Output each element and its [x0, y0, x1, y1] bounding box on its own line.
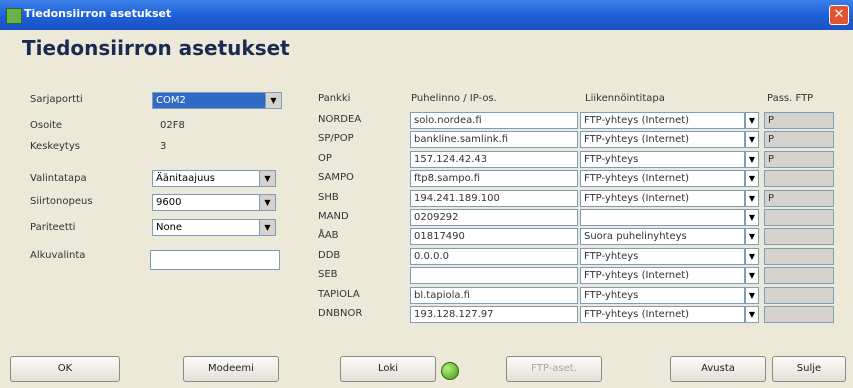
chevron-down-icon[interactable]: ▼	[745, 209, 759, 226]
settings-window: Tiedonsiirron asetukset ✕ Tiedonsiirron …	[0, 0, 853, 388]
phone-header: Puhelinno / IP-os.	[411, 93, 497, 104]
phone-field[interactable]	[410, 267, 578, 284]
bank-name: SP/POP	[318, 133, 354, 144]
chevron-down-icon[interactable]: ▼	[259, 220, 275, 235]
bank-name: MAND	[318, 211, 349, 222]
pass-ftp-field[interactable]	[764, 170, 834, 187]
method-select[interactable]: FTP-yhteys (Internet)	[580, 112, 745, 129]
status-led-icon	[441, 362, 459, 380]
bank-name: ÅAB	[318, 230, 339, 241]
interrupt-value: 3	[160, 141, 167, 152]
method-select[interactable]: Suora puhelinyhteys	[580, 228, 745, 245]
chevron-down-icon[interactable]: ▼	[745, 170, 759, 187]
method-select[interactable]: FTP-yhteys (Internet)	[580, 170, 745, 187]
method-select[interactable]: FTP-yhteys	[580, 287, 745, 304]
phone-field[interactable]: solo.nordea.fi	[410, 112, 578, 129]
window-title: Tiedonsiirron asetukset	[24, 7, 172, 20]
method-select[interactable]	[580, 209, 745, 226]
init-input[interactable]	[150, 250, 280, 270]
chevron-down-icon[interactable]: ▼	[745, 151, 759, 168]
dial-select[interactable]: Äänitaajuus ▼	[152, 170, 276, 187]
help-button[interactable]: Avusta	[670, 356, 766, 382]
method-select[interactable]: FTP-yhteys (Internet)	[580, 131, 745, 148]
dial-label: Valintatapa	[30, 173, 87, 184]
pass-ftp-field[interactable]	[764, 267, 834, 284]
chevron-down-icon[interactable]: ▼	[745, 267, 759, 284]
method-select[interactable]: FTP-yhteys (Internet)	[580, 267, 745, 284]
speed-select[interactable]: 9600 ▼	[152, 194, 276, 211]
method-select[interactable]: FTP-yhteys (Internet)	[580, 306, 745, 323]
ok-button[interactable]: OK	[10, 356, 120, 382]
chevron-down-icon[interactable]: ▼	[259, 171, 275, 186]
phone-field[interactable]: 157.124.42.43	[410, 151, 578, 168]
bank-name: OP	[318, 153, 332, 164]
parity-label: Pariteetti	[30, 222, 76, 233]
chevron-down-icon[interactable]: ▼	[745, 287, 759, 304]
port-label: Sarjaportti	[30, 94, 83, 105]
chevron-down-icon[interactable]: ▼	[745, 228, 759, 245]
bank-name: SHB	[318, 192, 339, 203]
speed-value: 9600	[156, 197, 182, 208]
port-select[interactable]: COM2 ▼	[152, 92, 282, 109]
bank-name: DNBNOR	[318, 308, 363, 319]
pass-ftp-field[interactable]	[764, 248, 834, 265]
chevron-down-icon[interactable]: ▼	[745, 112, 759, 129]
port-value: COM2	[156, 95, 186, 106]
chevron-down-icon[interactable]: ▼	[745, 131, 759, 148]
pass-ftp-field[interactable]	[764, 209, 834, 226]
page-title: Tiedonsiirron asetukset	[22, 36, 290, 60]
phone-field[interactable]: 194.241.189.100	[410, 190, 578, 207]
bank-name: DDB	[318, 250, 341, 261]
bank-name: TAPIOLA	[318, 289, 360, 300]
pass-ftp-field[interactable]: P	[764, 151, 834, 168]
bank-name: SAMPO	[318, 172, 354, 183]
pass-ftp-field[interactable]	[764, 228, 834, 245]
phone-field[interactable]: 193.128.127.97	[410, 306, 578, 323]
address-value: 02F8	[160, 120, 185, 131]
pass-ftp-header: Pass. FTP	[767, 93, 814, 104]
close-button[interactable]: Sulje	[772, 356, 846, 382]
method-header: Liikennöintitapa	[585, 93, 665, 104]
method-select[interactable]: FTP-yhteys	[580, 248, 745, 265]
chevron-down-icon[interactable]: ▼	[745, 306, 759, 323]
parity-select[interactable]: None ▼	[152, 219, 276, 236]
interrupt-label: Keskeytys	[30, 141, 80, 152]
dial-value: Äänitaajuus	[156, 173, 215, 184]
pass-ftp-field[interactable]: P	[764, 112, 834, 129]
pass-ftp-field[interactable]	[764, 287, 834, 304]
log-button[interactable]: Loki	[340, 356, 436, 382]
method-select[interactable]: FTP-yhteys	[580, 151, 745, 168]
phone-field[interactable]: 0209292	[410, 209, 578, 226]
chevron-down-icon[interactable]: ▼	[265, 93, 281, 108]
init-label: Alkuvalinta	[30, 250, 86, 261]
pass-ftp-field[interactable]: P	[764, 131, 834, 148]
pass-ftp-field[interactable]: P	[764, 190, 834, 207]
close-icon[interactable]: ✕	[829, 5, 849, 25]
chevron-down-icon[interactable]: ▼	[745, 248, 759, 265]
speed-label: Siirtonopeus	[30, 196, 93, 207]
parity-value: None	[156, 222, 183, 233]
ftp-settings-button[interactable]: FTP-aset.	[506, 356, 602, 382]
phone-field[interactable]: bankline.samlink.fi	[410, 131, 578, 148]
method-select[interactable]: FTP-yhteys (Internet)	[580, 190, 745, 207]
phone-field[interactable]: bl.tapiola.fi	[410, 287, 578, 304]
bank-name: SEB	[318, 269, 338, 280]
bank-name: NORDEA	[318, 114, 362, 125]
bank-header: Pankki	[318, 93, 351, 104]
phone-field[interactable]: ftp8.sampo.fi	[410, 170, 578, 187]
address-label: Osoite	[30, 120, 63, 131]
modem-button[interactable]: Modeemi	[183, 356, 279, 382]
chevron-down-icon[interactable]: ▼	[259, 195, 275, 210]
chevron-down-icon[interactable]: ▼	[745, 190, 759, 207]
phone-field[interactable]: 0.0.0.0	[410, 248, 578, 265]
phone-field[interactable]: 01817490	[410, 228, 578, 245]
title-bar: Tiedonsiirron asetukset ✕	[0, 0, 853, 30]
app-icon	[6, 8, 22, 24]
pass-ftp-field[interactable]	[764, 306, 834, 323]
